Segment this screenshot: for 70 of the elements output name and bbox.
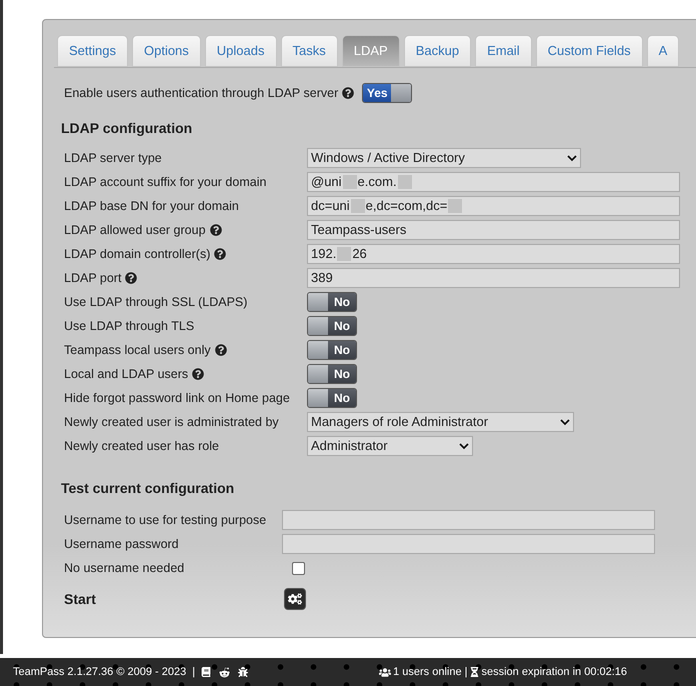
separator-text: | — [192, 664, 196, 680]
field-label: Teampass local users only — [64, 342, 211, 359]
text-field[interactable]: Teampass-users — [307, 220, 680, 240]
reddit-icon[interactable] — [219, 666, 230, 678]
redaction-block — [350, 199, 365, 213]
tab[interactable]: A — [646, 35, 680, 67]
tab[interactable]: Email — [475, 35, 532, 67]
help-icon[interactable] — [125, 272, 138, 284]
field-label: Newly created user is administrated by — [64, 414, 279, 431]
toggle-switch[interactable]: No — [307, 340, 357, 360]
gears-icon — [288, 592, 302, 606]
session-text: session expiration in 00:02:16 — [481, 664, 628, 680]
help-icon[interactable] — [210, 224, 222, 236]
tab[interactable]: Options — [132, 35, 201, 67]
book-icon[interactable] — [201, 667, 212, 677]
field-label: LDAP port — [64, 270, 122, 287]
chevron-down-icon — [567, 154, 577, 162]
users-icon — [379, 666, 392, 678]
field-label: Local and LDAP users — [64, 366, 188, 383]
text-field[interactable]: @uni e.com. — [307, 172, 680, 192]
tab[interactable]: Uploads — [204, 35, 276, 67]
users-online-text: 1 users online | — [393, 664, 468, 680]
redaction-block — [337, 247, 352, 261]
text-field[interactable] — [282, 510, 655, 530]
text-field[interactable]: dc=uni e,dc=com,dc= — [307, 196, 680, 216]
chevron-down-icon — [459, 442, 469, 450]
field-label: LDAP server type — [64, 150, 162, 167]
dropdown-select[interactable]: Windows / Active Directory — [307, 148, 581, 168]
field-label: LDAP account suffix for your domain — [64, 174, 266, 191]
tab[interactable]: Settings — [57, 35, 128, 67]
field-label: Username to use for testing purpose — [64, 512, 266, 529]
section-heading: Test current configuration — [61, 479, 236, 498]
help-icon[interactable] — [192, 368, 204, 380]
field-label: LDAP base DN for your domain — [64, 198, 239, 215]
toggle-switch[interactable]: Yes — [362, 83, 412, 103]
field-label: Newly created user has role — [64, 438, 219, 455]
hourglass-icon — [470, 667, 480, 677]
toggle-switch[interactable]: No — [307, 292, 357, 312]
start-label: Start — [64, 590, 97, 608]
field-label: Hide forgot password link on Home page — [64, 390, 290, 407]
redaction-block — [448, 199, 462, 213]
tab[interactable]: Tasks — [280, 35, 338, 67]
version-text: TeamPass 2.1.27.36 © 2009 - 2023 — [13, 664, 186, 680]
bug-icon[interactable] — [238, 667, 248, 677]
dropdown-select[interactable]: Managers of role Administrator — [307, 412, 574, 432]
dropdown-select[interactable]: Administrator — [307, 436, 473, 456]
toggle-switch[interactable]: No — [307, 388, 357, 408]
toggle-switch[interactable]: No — [307, 364, 357, 384]
help-icon[interactable] — [342, 87, 354, 99]
help-icon[interactable] — [214, 344, 227, 356]
field-label: LDAP allowed user group — [64, 222, 206, 239]
tab[interactable]: Backup — [404, 35, 472, 67]
checkbox[interactable] — [292, 562, 305, 574]
help-icon[interactable] — [214, 248, 226, 260]
text-field[interactable]: 192. 26 — [307, 244, 680, 264]
toggle-switch[interactable]: No — [307, 316, 357, 336]
text-field[interactable]: 389 — [307, 268, 680, 288]
field-label: Enable users authentication through LDAP server — [64, 84, 338, 102]
field-label: LDAP domain controller(s) — [64, 246, 210, 263]
tab[interactable]: Custom Fields — [536, 35, 643, 67]
field-label: No username needed — [64, 560, 184, 577]
section-heading: LDAP configuration — [61, 119, 194, 138]
redaction-block — [342, 175, 357, 189]
field-label: Username password — [64, 536, 179, 553]
redaction-block — [398, 175, 412, 189]
text-field[interactable] — [282, 534, 655, 554]
field-label: Use LDAP through SSL (LDAPS) — [64, 294, 248, 311]
chevron-down-icon — [560, 418, 570, 426]
field-label: Use LDAP through TLS — [64, 318, 194, 335]
start-button[interactable] — [284, 588, 306, 610]
